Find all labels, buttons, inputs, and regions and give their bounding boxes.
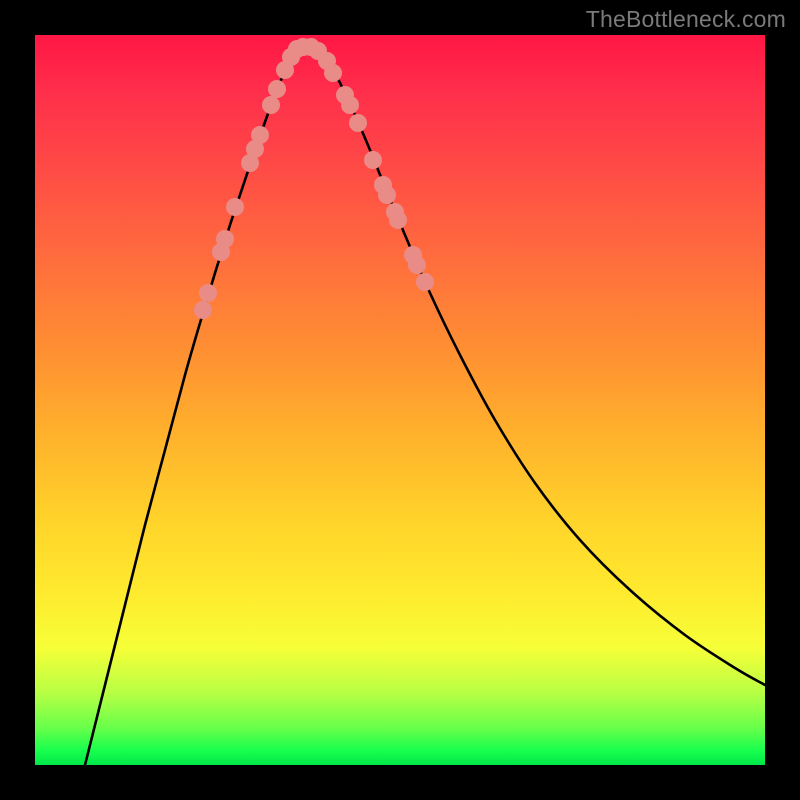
curve-dot — [416, 273, 434, 291]
bottleneck-curve — [85, 47, 765, 765]
curve-dot — [389, 211, 407, 229]
curve-dot — [262, 96, 280, 114]
gradient-plot-area — [35, 35, 765, 765]
curve-dot — [226, 198, 244, 216]
curve-dot — [324, 64, 342, 82]
curve-dot — [408, 256, 426, 274]
curve-dot — [378, 186, 396, 204]
chart-frame: TheBottleneck.com — [0, 0, 800, 800]
curve-dot — [341, 96, 359, 114]
curve-dot — [268, 80, 286, 98]
curve-dot — [194, 301, 212, 319]
curve-dot — [364, 151, 382, 169]
curve-dot — [216, 230, 234, 248]
curve-svg — [35, 35, 765, 765]
curve-dot — [251, 126, 269, 144]
watermark-text: TheBottleneck.com — [586, 6, 786, 33]
curve-dot — [349, 114, 367, 132]
curve-dot — [199, 284, 217, 302]
curve-dots — [194, 38, 434, 319]
